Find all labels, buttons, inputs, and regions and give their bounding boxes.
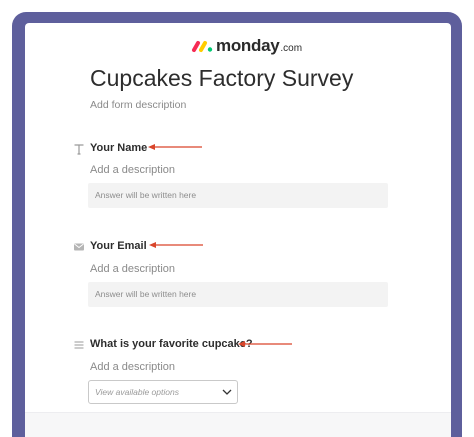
- question-description-cupcake[interactable]: Add a description: [90, 361, 175, 373]
- name-answer-field[interactable]: Answer will be written here: [88, 183, 388, 208]
- cupcake-dropdown[interactable]: View available options: [88, 380, 238, 404]
- text-icon: [74, 144, 84, 155]
- logo-wordmark: monday: [216, 36, 280, 55]
- form-title[interactable]: Cupcakes Factory Survey: [90, 65, 353, 92]
- footer-band: [25, 412, 451, 437]
- question-title-cupcake[interactable]: What is your favorite cupcake?: [90, 338, 253, 350]
- form-card: monday .com Cupcakes Factory Survey Add …: [25, 23, 451, 437]
- annotation-arrow: [148, 144, 202, 150]
- email-icon: [74, 243, 84, 251]
- question-description-name[interactable]: Add a description: [90, 164, 175, 176]
- logo-domain: .com: [280, 42, 303, 54]
- monday-logo-icon: [192, 41, 213, 52]
- dropdown-placeholder: View available options: [95, 387, 179, 397]
- question-title-email[interactable]: Your Email: [90, 240, 147, 252]
- question-description-email[interactable]: Add a description: [90, 263, 175, 275]
- chevron-down-icon: [222, 389, 232, 395]
- email-answer-field[interactable]: Answer will be written here: [88, 282, 388, 307]
- question-title-name[interactable]: Your Name: [90, 142, 147, 154]
- monday-logo: monday .com: [191, 33, 302, 59]
- annotation-arrow: [149, 242, 203, 248]
- list-icon: [74, 341, 84, 349]
- form-description[interactable]: Add form description: [90, 99, 186, 111]
- annotation-arrow: [238, 341, 292, 347]
